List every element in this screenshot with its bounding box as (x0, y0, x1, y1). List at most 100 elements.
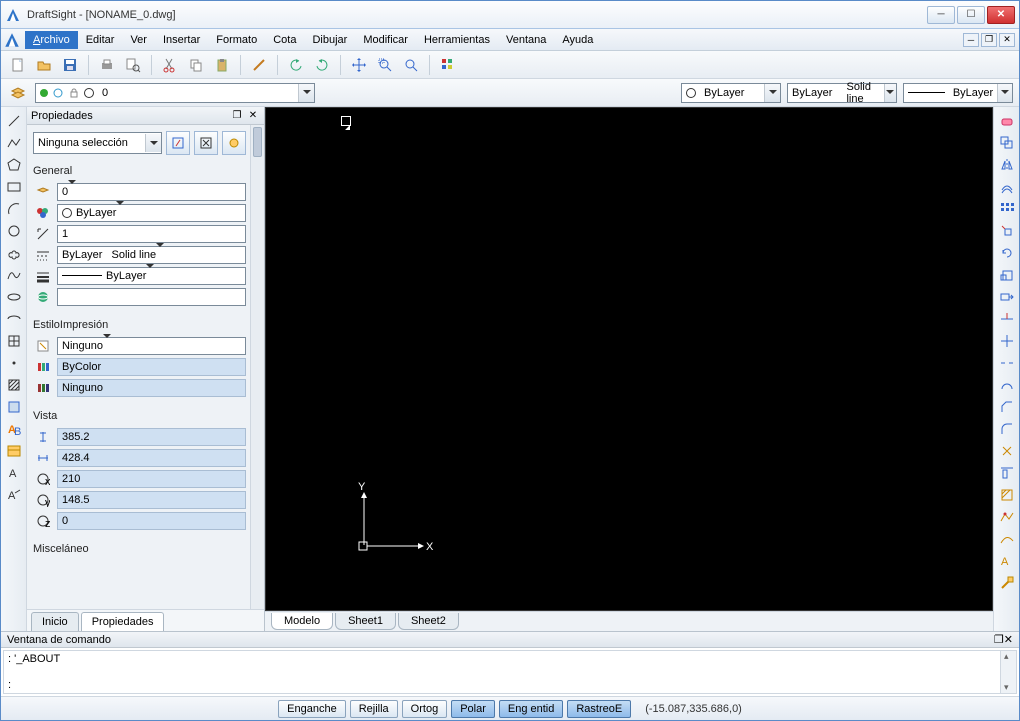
chevron-down-icon[interactable] (68, 184, 82, 200)
erase-tool[interactable] (996, 111, 1018, 131)
prop-hyperlink-field[interactable] (57, 288, 246, 306)
note-tool[interactable]: A (3, 485, 25, 505)
chevron-down-icon[interactable] (884, 84, 896, 102)
command-input[interactable]: : '_ABOUT : (3, 650, 1017, 694)
properties-scrollbar[interactable] (250, 125, 264, 609)
selection-dropdown[interactable]: Ninguna selección (33, 132, 162, 154)
prop-view4-field[interactable]: 148.5 (57, 491, 246, 509)
edit-text-tool[interactable]: A (996, 551, 1018, 571)
tab-model[interactable]: Modelo (271, 613, 333, 630)
tab-sheet2[interactable]: Sheet2 (398, 613, 459, 630)
menu-editar[interactable]: Editar (78, 31, 123, 49)
status-polar[interactable]: Polar (451, 700, 495, 718)
select-button[interactable] (194, 131, 218, 155)
chevron-down-icon[interactable] (997, 84, 1012, 102)
chevron-down-icon[interactable] (145, 134, 161, 152)
command-scrollbar[interactable] (1000, 651, 1016, 693)
polyline-tool[interactable] (3, 133, 25, 153)
cmd-float-button[interactable]: ❐ (994, 633, 1004, 646)
chevron-down-icon[interactable] (764, 84, 780, 102)
chevron-down-icon[interactable] (156, 247, 170, 263)
edit-polyline-tool[interactable] (996, 507, 1018, 527)
scale-tool[interactable] (996, 265, 1018, 285)
layer-dropdown[interactable]: 0 (35, 83, 315, 103)
status-enganche[interactable]: Enganche (278, 700, 346, 718)
prop-view3-field[interactable]: 210 (57, 470, 246, 488)
trim-tool[interactable] (996, 309, 1018, 329)
drawing-canvas[interactable]: Y X (265, 107, 993, 611)
prop-view2-field[interactable]: 428.4 (57, 449, 246, 467)
menu-herramientas[interactable]: Herramientas (416, 31, 498, 49)
break-tool[interactable] (996, 353, 1018, 373)
prop-lineweight-field[interactable]: ByLayer (57, 267, 246, 285)
status-rastreoe[interactable]: RastreoE (567, 700, 631, 718)
prop-linestyle-field[interactable]: ByLayer Solid line (57, 246, 246, 264)
menu-ver[interactable]: Ver (122, 31, 155, 49)
chevron-down-icon[interactable] (116, 205, 130, 221)
rotate-tool[interactable] (996, 243, 1018, 263)
prop-scale-field[interactable]: 1 (57, 225, 246, 243)
spline-tool[interactable] (3, 265, 25, 285)
quickselect-button[interactable] (166, 131, 190, 155)
point-tool[interactable] (3, 353, 25, 373)
offset-tool[interactable] (996, 177, 1018, 197)
minimize-button[interactable]: ─ (927, 6, 955, 24)
stretch-tool[interactable] (996, 287, 1018, 307)
status-eng-entid[interactable]: Eng entid (499, 700, 563, 718)
menu-ventana[interactable]: Ventana (498, 31, 554, 49)
maximize-button[interactable]: ☐ (957, 6, 985, 24)
align-tool[interactable] (996, 463, 1018, 483)
linestyle-dropdown[interactable]: ByLayer Solid line (787, 83, 897, 103)
cmd-close-button[interactable]: ✕ (1004, 633, 1013, 646)
pan-button[interactable] (348, 54, 370, 76)
lineweight-dropdown[interactable]: ByLayer (903, 83, 1013, 103)
mtext-tool[interactable]: A (3, 463, 25, 483)
zoom-window-button[interactable] (374, 54, 396, 76)
extend-tool[interactable] (996, 331, 1018, 351)
status-ortog[interactable]: Ortog (402, 700, 448, 718)
ellipse-tool[interactable] (3, 287, 25, 307)
print-button[interactable] (96, 54, 118, 76)
match-props-tool[interactable] (996, 573, 1018, 593)
close-button[interactable]: ✕ (987, 6, 1015, 24)
region-tool[interactable] (3, 397, 25, 417)
chevron-down-icon[interactable] (146, 268, 160, 284)
ellipse-arc-tool[interactable] (3, 309, 25, 329)
cut-button[interactable] (159, 54, 181, 76)
menu-archivo[interactable]: Archivo (25, 31, 78, 49)
prop-view5-field[interactable]: 0 (57, 512, 246, 530)
hatch-tool[interactable] (3, 375, 25, 395)
rectangle-tool[interactable] (3, 177, 25, 197)
polygon-tool[interactable] (3, 155, 25, 175)
open-button[interactable] (33, 54, 55, 76)
copy-tool[interactable] (996, 133, 1018, 153)
mdi-restore[interactable]: ❐ (981, 33, 997, 47)
zoom-extents-button[interactable] (400, 54, 422, 76)
tab-propiedades[interactable]: Propiedades (81, 612, 165, 631)
menu-modificar[interactable]: Modificar (355, 31, 416, 49)
insert-block-tool[interactable] (3, 331, 25, 351)
mdi-close[interactable]: ✕ (999, 33, 1015, 47)
table-tool[interactable] (3, 441, 25, 461)
array-tool[interactable] (996, 199, 1018, 219)
menu-dibujar[interactable]: Dibujar (304, 31, 355, 49)
panel-close-button[interactable]: ✕ (246, 109, 260, 123)
menu-cota[interactable]: Cota (265, 31, 304, 49)
chevron-down-icon[interactable] (298, 84, 314, 102)
properties-toggle-button[interactable] (437, 54, 459, 76)
tab-inicio[interactable]: Inicio (31, 612, 79, 631)
arc-tool[interactable] (3, 199, 25, 219)
copy-button[interactable] (185, 54, 207, 76)
join-tool[interactable] (996, 375, 1018, 395)
menu-ayuda[interactable]: Ayuda (554, 31, 601, 49)
edit-spline-tool[interactable] (996, 529, 1018, 549)
mdi-minimize[interactable]: ─ (963, 33, 979, 47)
prop-color-field[interactable]: ByLayer (57, 204, 246, 222)
tab-sheet1[interactable]: Sheet1 (335, 613, 396, 630)
draw-line-quick[interactable] (248, 54, 270, 76)
toggle-pick-button[interactable] (222, 131, 246, 155)
redo-button[interactable] (311, 54, 333, 76)
line-tool[interactable] (3, 111, 25, 131)
menu-insertar[interactable]: Insertar (155, 31, 208, 49)
new-button[interactable] (7, 54, 29, 76)
